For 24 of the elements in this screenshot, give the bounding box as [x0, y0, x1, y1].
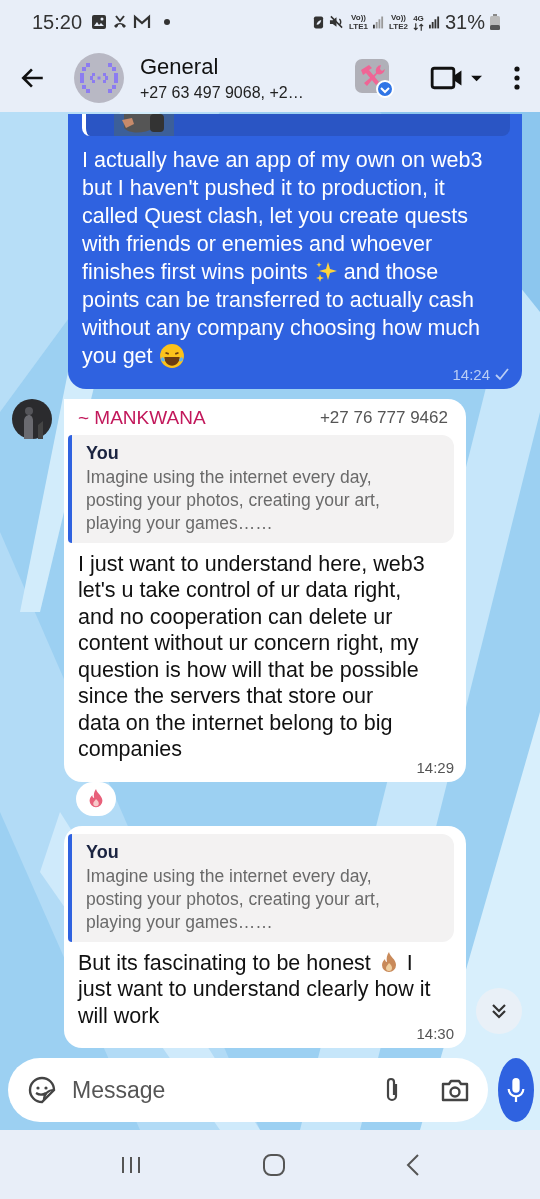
- signal-icon: [373, 15, 384, 29]
- home-icon: [262, 1152, 286, 1177]
- clock-time: 15:20: [32, 10, 83, 34]
- video-camera-icon: [430, 65, 482, 91]
- signal-icon: [428, 15, 440, 29]
- chat-members[interactable]: +27 63 497 9068, +2…: [140, 84, 354, 102]
- data-arrows-icon: [412, 22, 424, 31]
- gallery-icon: [91, 14, 108, 30]
- battery-icon: [490, 14, 500, 30]
- battery-percent: 31%: [444, 10, 485, 34]
- back-chevron-icon: [406, 1152, 420, 1177]
- network-label: Vo)) LTE1: [349, 13, 368, 31]
- network-label: 4G: [412, 13, 424, 31]
- chat-title[interactable]: General: [140, 54, 354, 80]
- group-avatar[interactable]: [74, 53, 124, 103]
- notification-dot-icon: [164, 19, 171, 25]
- tools-thumbnail-icon[interactable]: [354, 58, 394, 98]
- recent-apps-icon: [120, 1154, 142, 1175]
- menu-icon: [514, 66, 520, 90]
- battery-saver-icon: [313, 14, 325, 30]
- mail-icon: [133, 14, 152, 30]
- network-label: Vo)) LTE2: [389, 13, 408, 31]
- phone-icon: [112, 14, 129, 30]
- mute-icon: [329, 14, 345, 30]
